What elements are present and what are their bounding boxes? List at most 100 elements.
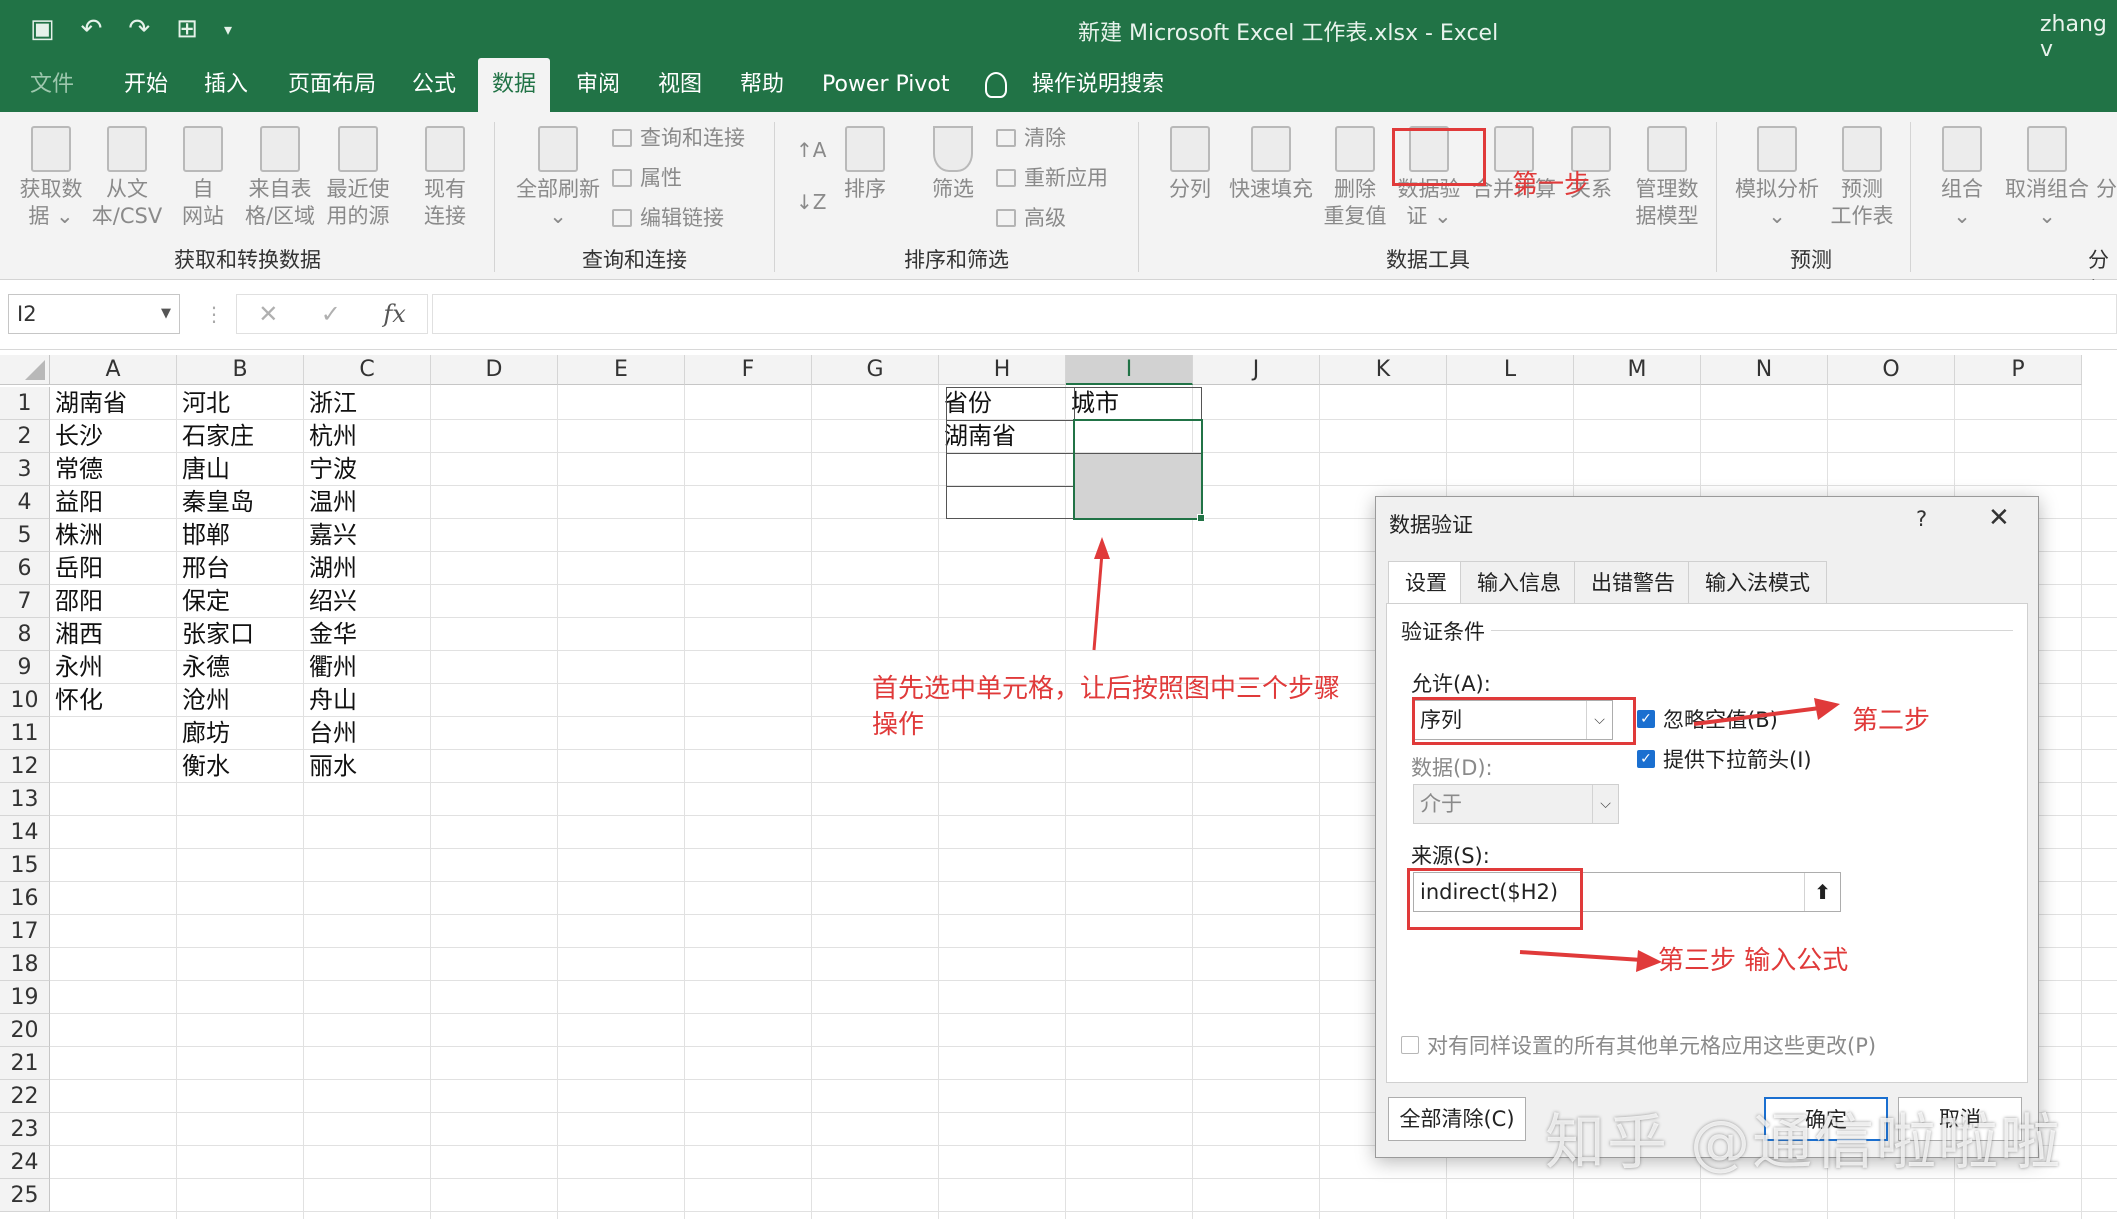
get-data-button[interactable]: 获取数据 ⌄	[14, 126, 88, 230]
cell[interactable]: 益阳	[50, 486, 103, 519]
row-header[interactable]: 20	[0, 1014, 50, 1047]
what-if-analysis-button[interactable]: 模拟分析 ⌄	[1728, 126, 1826, 230]
tab-view[interactable]: 视图	[644, 58, 716, 112]
tab-help[interactable]: 帮助	[726, 58, 798, 112]
column-header[interactable]: H	[939, 355, 1066, 385]
cell[interactable]: 杭州	[304, 420, 357, 453]
row-header[interactable]: 8	[0, 618, 50, 651]
chevron-down-icon[interactable]: ▼	[161, 295, 171, 333]
row-header[interactable]: 11	[0, 717, 50, 750]
row-header[interactable]: 17	[0, 915, 50, 948]
tab-review[interactable]: 审阅	[562, 58, 634, 112]
row-header[interactable]: 22	[0, 1080, 50, 1113]
row-header[interactable]: 16	[0, 882, 50, 915]
row-header[interactable]: 13	[0, 783, 50, 816]
customize-qat-icon[interactable]: ▾	[224, 14, 232, 44]
cell[interactable]: 永德	[177, 651, 230, 684]
cell[interactable]: 秦皇岛	[177, 486, 254, 519]
redo-icon[interactable]: ↷	[128, 14, 150, 44]
cell[interactable]: 绍兴	[304, 585, 357, 618]
remove-duplicates-button[interactable]: 删除 重复值	[1318, 126, 1392, 230]
row-header[interactable]: 25	[0, 1179, 50, 1212]
column-header[interactable]: B	[177, 355, 304, 385]
cell[interactable]: 怀化	[50, 684, 103, 717]
tab-error-alert[interactable]: 出错警告	[1574, 561, 1692, 603]
row-header[interactable]: 5	[0, 519, 50, 552]
cell[interactable]: 保定	[177, 585, 230, 618]
subtotal-button[interactable]: 分	[2096, 176, 2117, 203]
cell[interactable]: 河北	[177, 387, 230, 420]
existing-connections-button[interactable]: 现有 连接	[410, 126, 480, 230]
column-header[interactable]: L	[1447, 355, 1574, 385]
row-header[interactable]: 21	[0, 1047, 50, 1080]
sort-desc-button[interactable]: ↓Z	[796, 188, 826, 216]
tab-input-message[interactable]: 输入信息	[1460, 561, 1578, 603]
cell[interactable]: 邢台	[177, 552, 230, 585]
refresh-all-button[interactable]: 全部刷新 ⌄	[508, 126, 608, 230]
queries-connections-button[interactable]: 查询和连接	[612, 124, 745, 152]
cell[interactable]: 衡水	[177, 750, 230, 783]
row-header[interactable]: 6	[0, 552, 50, 585]
properties-button[interactable]: 属性	[612, 164, 682, 192]
from-text-csv-button[interactable]: 从文 本/CSV	[90, 126, 164, 230]
row-header[interactable]: 2	[0, 420, 50, 453]
group-button[interactable]: 组合 ⌄	[1930, 126, 1994, 230]
tab-ime-mode[interactable]: 输入法模式	[1688, 561, 1827, 603]
tell-me-search[interactable]: 操作说明搜索	[1018, 58, 1178, 112]
cancel-icon[interactable]: ✕	[258, 300, 278, 328]
tab-formulas[interactable]: 公式	[398, 58, 470, 112]
column-header[interactable]: N	[1701, 355, 1828, 385]
save-icon[interactable]: ▣	[30, 14, 55, 44]
row-header[interactable]: 1	[0, 387, 50, 420]
edit-links-button[interactable]: 编辑链接	[612, 204, 724, 232]
cell[interactable]: 湖南省	[50, 387, 127, 420]
cell[interactable]: 邯郸	[177, 519, 230, 552]
row-header[interactable]: 9	[0, 651, 50, 684]
tab-insert[interactable]: 插入	[190, 58, 262, 112]
from-table-button[interactable]: 来自表 格/区域	[242, 126, 318, 230]
row-header[interactable]: 19	[0, 981, 50, 1014]
help-icon[interactable]: ?	[1916, 507, 1927, 531]
row-header[interactable]: 18	[0, 948, 50, 981]
cell[interactable]: 沧州	[177, 684, 230, 717]
cell[interactable]: 宁波	[304, 453, 357, 486]
cell[interactable]: 邵阳	[50, 585, 103, 618]
cell[interactable]: 廊坊	[177, 717, 230, 750]
cell[interactable]: 丽水	[304, 750, 357, 783]
in-cell-dropdown-checkbox[interactable]: ✓ 提供下拉箭头(I)	[1637, 744, 1812, 774]
close-icon[interactable]: ✕	[1988, 503, 2010, 533]
enter-icon[interactable]: ✓	[321, 300, 341, 328]
tab-settings[interactable]: 设置	[1388, 561, 1464, 603]
row-header[interactable]: 15	[0, 849, 50, 882]
cell[interactable]: 张家口	[177, 618, 254, 651]
cell[interactable]: 永州	[50, 651, 103, 684]
ungroup-button[interactable]: 取消组合 ⌄	[2000, 126, 2094, 230]
row-header[interactable]: 23	[0, 1113, 50, 1146]
row-header[interactable]: 12	[0, 750, 50, 783]
tab-file[interactable]: 文件	[16, 58, 88, 112]
forecast-sheet-button[interactable]: 预测 工作表	[1830, 126, 1894, 230]
cell[interactable]: 长沙	[50, 420, 103, 453]
reapply-filter-button[interactable]: 重新应用	[996, 164, 1108, 192]
cell[interactable]: 湖州	[304, 552, 357, 585]
row-header[interactable]: 7	[0, 585, 50, 618]
column-header[interactable]: G	[812, 355, 939, 385]
column-header[interactable]: J	[1193, 355, 1320, 385]
recent-sources-button[interactable]: 最近使 用的源	[320, 126, 396, 230]
tab-power-pivot[interactable]: Power Pivot	[808, 58, 964, 112]
row-header[interactable]: 24	[0, 1146, 50, 1179]
collapse-dialog-icon[interactable]: ⬆	[1804, 873, 1840, 911]
sort-button[interactable]: 排序	[834, 126, 896, 203]
column-header[interactable]: D	[431, 355, 558, 385]
table-icon[interactable]: ⊞	[176, 14, 198, 44]
cell[interactable]: 株洲	[50, 519, 103, 552]
clear-all-button[interactable]: 全部清除(C)	[1388, 1097, 1526, 1141]
name-box[interactable]: I2 ▼	[8, 294, 180, 334]
cell[interactable]: 石家庄	[177, 420, 254, 453]
advanced-filter-button[interactable]: 高级	[996, 204, 1066, 232]
column-header[interactable]: P	[1955, 355, 2082, 385]
apply-to-all-checkbox[interactable]: 对有同样设置的所有其他单元格应用这些更改(P)	[1401, 1030, 1876, 1060]
fill-handle[interactable]	[1197, 514, 1205, 522]
cell[interactable]: 衢州	[304, 651, 357, 684]
column-header[interactable]: O	[1828, 355, 1955, 385]
